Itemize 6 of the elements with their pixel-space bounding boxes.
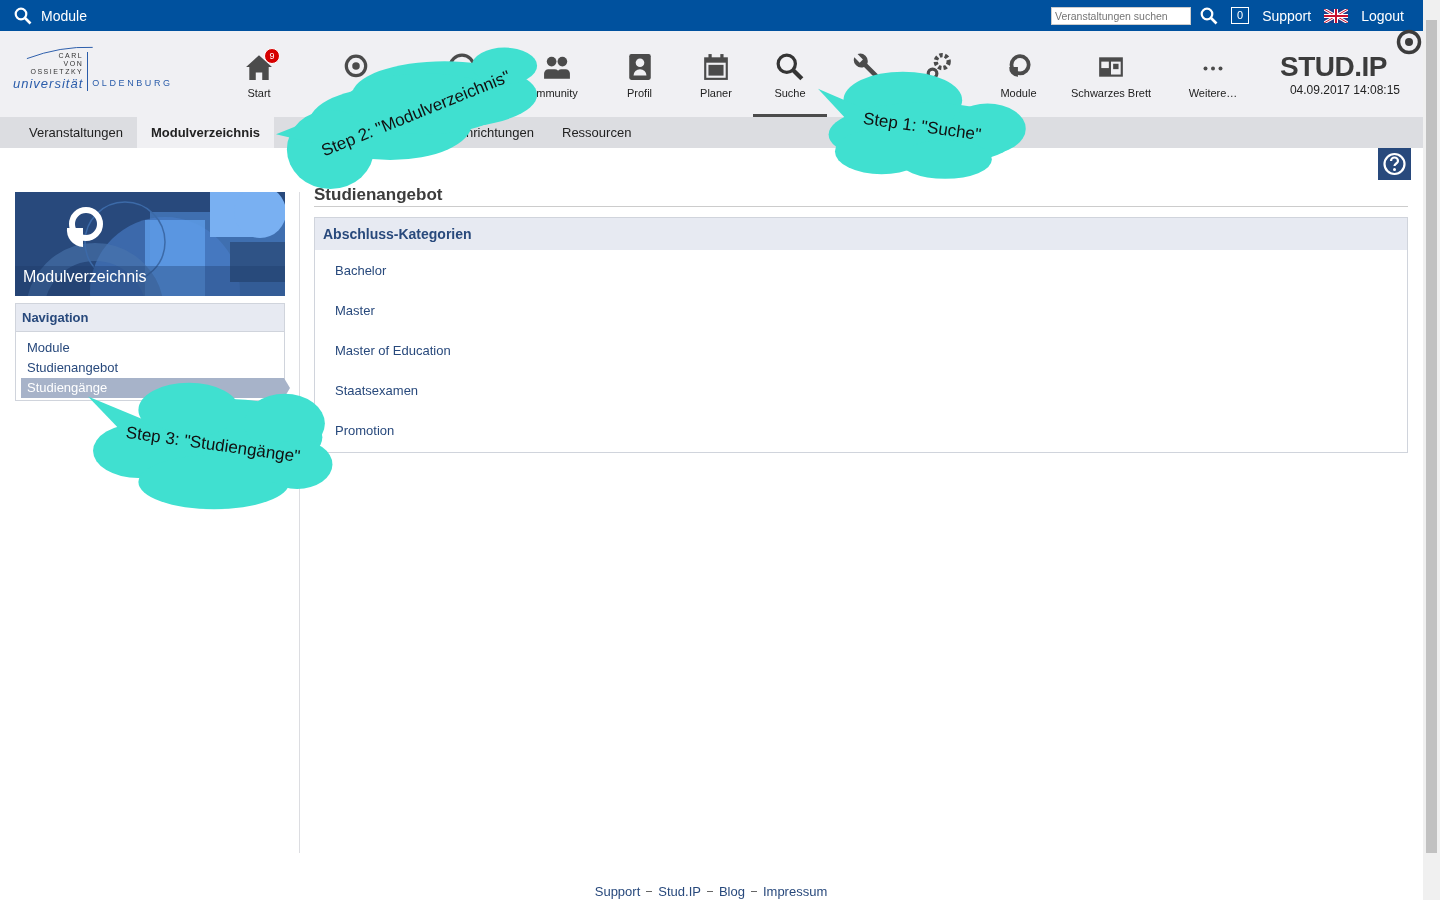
notification-badge: 9 bbox=[264, 48, 280, 64]
date-time: 04.09.2017 14:08:15 bbox=[1288, 83, 1402, 97]
page-title: Module bbox=[41, 7, 87, 24]
panel-heading: Navigation bbox=[16, 304, 284, 332]
image-title: Modulverzeichnis bbox=[23, 268, 147, 286]
panel-heading: Abschluss-Kategorien bbox=[315, 218, 1407, 250]
